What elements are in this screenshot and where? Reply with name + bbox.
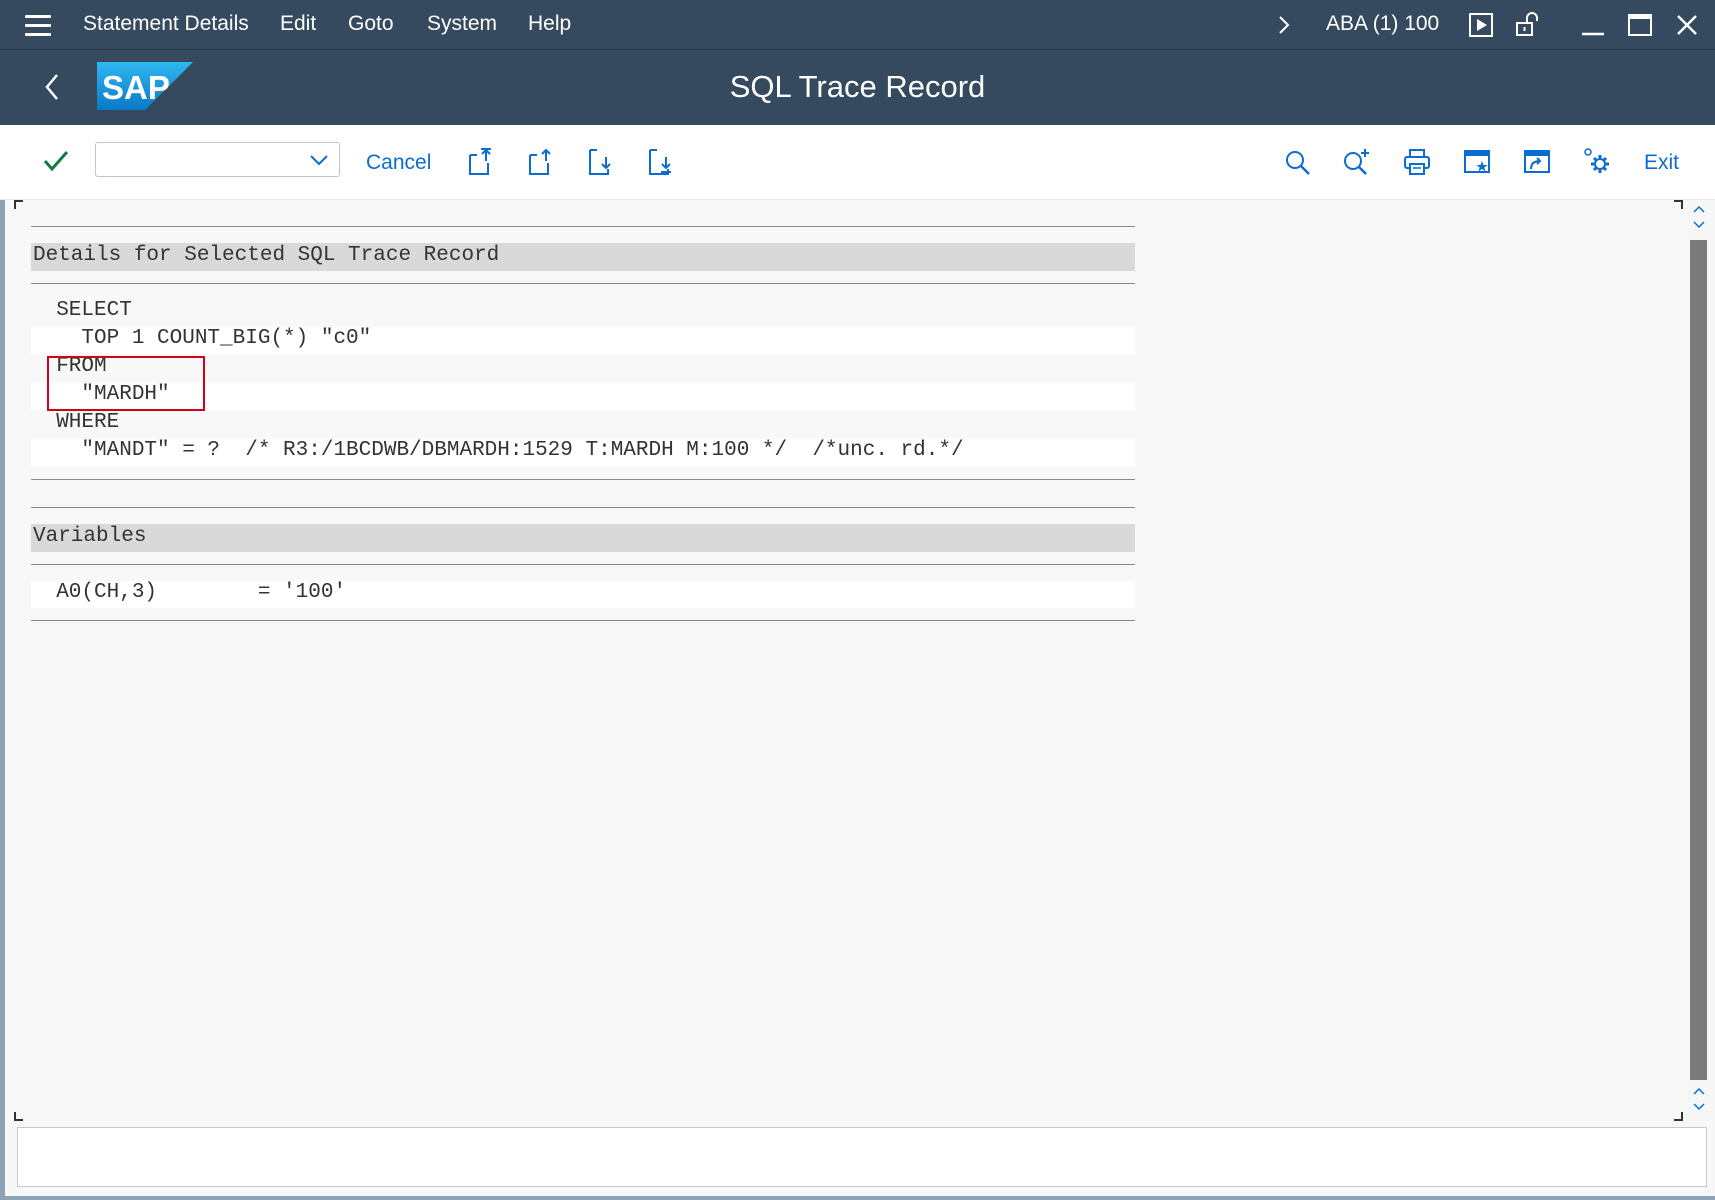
scroll-down-icon[interactable] bbox=[1692, 1084, 1706, 1116]
divider bbox=[31, 564, 1135, 565]
menu-system[interactable]: System bbox=[427, 12, 497, 36]
system-info: ABA (1) 100 bbox=[1326, 12, 1440, 35]
confirm-checkmark-icon[interactable] bbox=[42, 149, 70, 173]
command-field-input[interactable] bbox=[100, 146, 300, 173]
corner-mark bbox=[14, 1112, 23, 1121]
vertical-scrollbar[interactable] bbox=[1690, 200, 1710, 1122]
command-field[interactable] bbox=[95, 142, 340, 177]
application-toolbar: Cancel Exit bbox=[0, 125, 1715, 200]
settings-gear-icon[interactable] bbox=[1582, 147, 1612, 177]
scrollbar-thumb[interactable] bbox=[1690, 240, 1707, 1080]
details-section-header: Details for Selected SQL Trace Record bbox=[31, 243, 1135, 271]
scroll-up-icon[interactable] bbox=[1692, 202, 1706, 234]
menu-goto[interactable]: Goto bbox=[348, 12, 394, 36]
hamburger-menu-icon[interactable] bbox=[18, 10, 58, 40]
previous-page-icon[interactable] bbox=[526, 147, 556, 177]
divider bbox=[31, 479, 1135, 480]
divider bbox=[31, 283, 1135, 284]
variables-section-header: Variables bbox=[31, 524, 1135, 552]
maximize-icon[interactable] bbox=[1627, 12, 1653, 38]
print-icon[interactable] bbox=[1402, 147, 1432, 177]
menu-bar: Statement Details Edit Goto System Help … bbox=[0, 0, 1715, 50]
sql-line: SELECT bbox=[31, 299, 132, 322]
menu-help[interactable]: Help bbox=[528, 12, 571, 36]
close-icon[interactable] bbox=[1675, 13, 1699, 37]
corner-mark bbox=[1674, 200, 1683, 209]
content-area: Details for Selected SQL Trace Record SE… bbox=[8, 200, 1688, 1122]
variable-line: A0(CH,3) = '100' bbox=[31, 581, 1135, 608]
corner-mark bbox=[1674, 1112, 1683, 1121]
window-bottom-edge bbox=[0, 1196, 1715, 1200]
chevron-down-icon[interactable] bbox=[309, 154, 329, 166]
divider bbox=[31, 226, 1135, 227]
first-page-icon[interactable] bbox=[466, 147, 496, 177]
create-session-icon[interactable] bbox=[1462, 147, 1492, 177]
next-page-icon[interactable] bbox=[586, 147, 616, 177]
last-page-icon[interactable] bbox=[646, 147, 676, 177]
search-next-icon[interactable] bbox=[1342, 147, 1372, 177]
chevron-right-icon[interactable] bbox=[1276, 14, 1292, 36]
sql-line: TOP 1 COUNT_BIG(*) "c0" bbox=[31, 327, 1135, 354]
title-bar: SAP SQL Trace Record bbox=[0, 50, 1715, 125]
sql-line: WHERE bbox=[31, 411, 120, 434]
cancel-button[interactable]: Cancel bbox=[366, 151, 431, 175]
corner-mark bbox=[14, 200, 23, 209]
status-bar bbox=[17, 1127, 1707, 1187]
details-header-text: Details for Selected SQL Trace Record bbox=[33, 244, 500, 267]
sql-line: "MANDT" = ? /* R3:/1BCDWB/DBMARDH:1529 T… bbox=[31, 439, 1135, 466]
generate-shortcut-icon[interactable] bbox=[1522, 147, 1552, 177]
minimize-icon[interactable] bbox=[1580, 12, 1606, 38]
divider bbox=[31, 507, 1135, 508]
menu-statement-details[interactable]: Statement Details bbox=[83, 12, 249, 36]
unlock-icon[interactable] bbox=[1514, 10, 1542, 38]
page-title: SQL Trace Record bbox=[729, 69, 986, 104]
search-icon[interactable] bbox=[1284, 149, 1312, 177]
play-icon[interactable] bbox=[1468, 12, 1494, 38]
divider bbox=[31, 620, 1135, 621]
highlight-annotation-box bbox=[47, 356, 205, 411]
exit-button[interactable]: Exit bbox=[1644, 151, 1679, 175]
menu-edit[interactable]: Edit bbox=[280, 12, 316, 36]
variables-header-text: Variables bbox=[33, 525, 147, 548]
